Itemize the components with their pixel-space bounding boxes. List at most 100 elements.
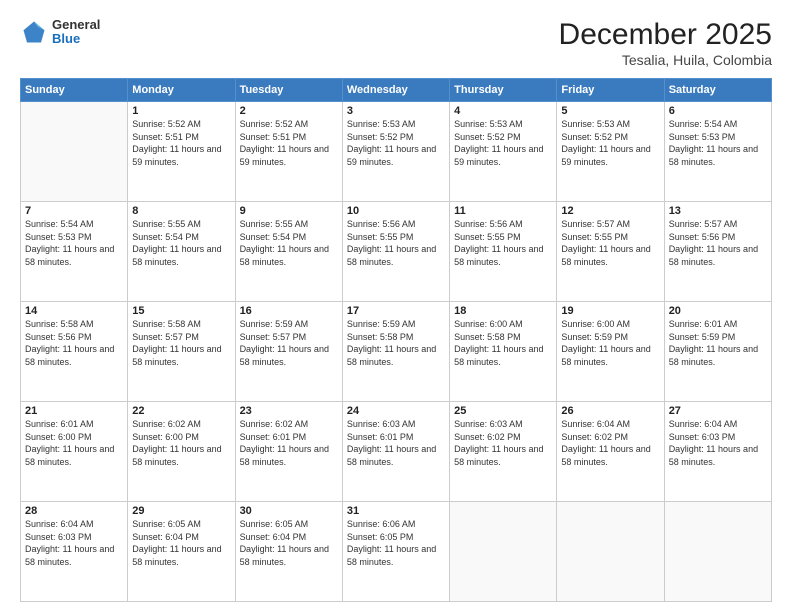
day-number: 18 bbox=[454, 305, 552, 317]
sunset-text: Sunset: 6:03 PM bbox=[25, 532, 92, 542]
day-number: 5 bbox=[561, 105, 659, 117]
daylight-text: Daylight: 11 hours and 58 minutes. bbox=[561, 244, 650, 267]
calendar-cell: 13 Sunrise: 5:57 AM Sunset: 5:56 PM Dayl… bbox=[664, 202, 771, 302]
day-number: 14 bbox=[25, 305, 123, 317]
day-info: Sunrise: 5:55 AM Sunset: 5:54 PM Dayligh… bbox=[240, 218, 338, 268]
daylight-text: Daylight: 11 hours and 58 minutes. bbox=[240, 344, 329, 367]
calendar-cell: 31 Sunrise: 6:06 AM Sunset: 6:05 PM Dayl… bbox=[342, 502, 449, 602]
sunrise-text: Sunrise: 6:06 AM bbox=[347, 519, 416, 529]
sunrise-text: Sunrise: 5:56 AM bbox=[347, 219, 416, 229]
day-info: Sunrise: 5:54 AM Sunset: 5:53 PM Dayligh… bbox=[25, 218, 123, 268]
day-info: Sunrise: 5:53 AM Sunset: 5:52 PM Dayligh… bbox=[347, 118, 445, 168]
calendar-week-1: 1 Sunrise: 5:52 AM Sunset: 5:51 PM Dayli… bbox=[21, 102, 772, 202]
calendar-cell: 26 Sunrise: 6:04 AM Sunset: 6:02 PM Dayl… bbox=[557, 402, 664, 502]
calendar-cell: 3 Sunrise: 5:53 AM Sunset: 5:52 PM Dayli… bbox=[342, 102, 449, 202]
day-info: Sunrise: 6:00 AM Sunset: 5:59 PM Dayligh… bbox=[561, 318, 659, 368]
calendar-cell: 10 Sunrise: 5:56 AM Sunset: 5:55 PM Dayl… bbox=[342, 202, 449, 302]
sunset-text: Sunset: 6:05 PM bbox=[347, 532, 414, 542]
calendar-body: 1 Sunrise: 5:52 AM Sunset: 5:51 PM Dayli… bbox=[21, 102, 772, 602]
daylight-text: Daylight: 11 hours and 58 minutes. bbox=[240, 244, 329, 267]
sunrise-text: Sunrise: 6:00 AM bbox=[561, 319, 630, 329]
day-info: Sunrise: 5:59 AM Sunset: 5:57 PM Dayligh… bbox=[240, 318, 338, 368]
day-number: 11 bbox=[454, 205, 552, 217]
calendar-cell: 5 Sunrise: 5:53 AM Sunset: 5:52 PM Dayli… bbox=[557, 102, 664, 202]
calendar-cell: 17 Sunrise: 5:59 AM Sunset: 5:58 PM Dayl… bbox=[342, 302, 449, 402]
calendar-cell: 27 Sunrise: 6:04 AM Sunset: 6:03 PM Dayl… bbox=[664, 402, 771, 502]
day-info: Sunrise: 5:56 AM Sunset: 5:55 PM Dayligh… bbox=[454, 218, 552, 268]
header-friday: Friday bbox=[557, 79, 664, 102]
daylight-text: Daylight: 11 hours and 58 minutes. bbox=[25, 344, 114, 367]
calendar-cell bbox=[450, 502, 557, 602]
day-number: 6 bbox=[669, 105, 767, 117]
daylight-text: Daylight: 11 hours and 58 minutes. bbox=[454, 444, 543, 467]
calendar-cell: 22 Sunrise: 6:02 AM Sunset: 6:00 PM Dayl… bbox=[128, 402, 235, 502]
header-monday: Monday bbox=[128, 79, 235, 102]
sunset-text: Sunset: 6:02 PM bbox=[561, 432, 628, 442]
calendar-cell: 1 Sunrise: 5:52 AM Sunset: 5:51 PM Dayli… bbox=[128, 102, 235, 202]
daylight-text: Daylight: 11 hours and 58 minutes. bbox=[132, 544, 221, 567]
day-info: Sunrise: 6:01 AM Sunset: 5:59 PM Dayligh… bbox=[669, 318, 767, 368]
sunset-text: Sunset: 5:57 PM bbox=[132, 332, 199, 342]
day-number: 10 bbox=[347, 205, 445, 217]
day-number: 19 bbox=[561, 305, 659, 317]
daylight-text: Daylight: 11 hours and 58 minutes. bbox=[561, 344, 650, 367]
day-number: 1 bbox=[132, 105, 230, 117]
day-info: Sunrise: 5:56 AM Sunset: 5:55 PM Dayligh… bbox=[347, 218, 445, 268]
calendar-cell: 28 Sunrise: 6:04 AM Sunset: 6:03 PM Dayl… bbox=[21, 502, 128, 602]
sunset-text: Sunset: 5:51 PM bbox=[240, 132, 307, 142]
calendar-cell: 12 Sunrise: 5:57 AM Sunset: 5:55 PM Dayl… bbox=[557, 202, 664, 302]
calendar-cell: 4 Sunrise: 5:53 AM Sunset: 5:52 PM Dayli… bbox=[450, 102, 557, 202]
sunset-text: Sunset: 5:59 PM bbox=[561, 332, 628, 342]
day-number: 9 bbox=[240, 205, 338, 217]
header-saturday: Saturday bbox=[664, 79, 771, 102]
daylight-text: Daylight: 11 hours and 59 minutes. bbox=[240, 144, 329, 167]
sunrise-text: Sunrise: 5:52 AM bbox=[240, 119, 309, 129]
sunset-text: Sunset: 5:52 PM bbox=[347, 132, 414, 142]
day-number: 7 bbox=[25, 205, 123, 217]
day-number: 4 bbox=[454, 105, 552, 117]
sunrise-text: Sunrise: 5:59 AM bbox=[347, 319, 416, 329]
calendar-cell: 24 Sunrise: 6:03 AM Sunset: 6:01 PM Dayl… bbox=[342, 402, 449, 502]
day-info: Sunrise: 5:58 AM Sunset: 5:57 PM Dayligh… bbox=[132, 318, 230, 368]
day-number: 27 bbox=[669, 405, 767, 417]
daylight-text: Daylight: 11 hours and 59 minutes. bbox=[132, 144, 221, 167]
daylight-text: Daylight: 11 hours and 58 minutes. bbox=[669, 144, 758, 167]
day-number: 2 bbox=[240, 105, 338, 117]
sunset-text: Sunset: 5:53 PM bbox=[25, 232, 92, 242]
day-number: 8 bbox=[132, 205, 230, 217]
calendar-cell: 19 Sunrise: 6:00 AM Sunset: 5:59 PM Dayl… bbox=[557, 302, 664, 402]
day-info: Sunrise: 6:04 AM Sunset: 6:02 PM Dayligh… bbox=[561, 418, 659, 468]
sunrise-text: Sunrise: 6:01 AM bbox=[25, 419, 94, 429]
sunrise-text: Sunrise: 5:52 AM bbox=[132, 119, 201, 129]
daylight-text: Daylight: 11 hours and 58 minutes. bbox=[25, 544, 114, 567]
calendar-cell: 20 Sunrise: 6:01 AM Sunset: 5:59 PM Dayl… bbox=[664, 302, 771, 402]
day-info: Sunrise: 5:55 AM Sunset: 5:54 PM Dayligh… bbox=[132, 218, 230, 268]
daylight-text: Daylight: 11 hours and 58 minutes. bbox=[669, 244, 758, 267]
day-info: Sunrise: 5:54 AM Sunset: 5:53 PM Dayligh… bbox=[669, 118, 767, 168]
day-info: Sunrise: 6:04 AM Sunset: 6:03 PM Dayligh… bbox=[25, 518, 123, 568]
daylight-text: Daylight: 11 hours and 58 minutes. bbox=[132, 444, 221, 467]
day-number: 13 bbox=[669, 205, 767, 217]
day-info: Sunrise: 6:05 AM Sunset: 6:04 PM Dayligh… bbox=[132, 518, 230, 568]
day-number: 3 bbox=[347, 105, 445, 117]
calendar-cell: 11 Sunrise: 5:56 AM Sunset: 5:55 PM Dayl… bbox=[450, 202, 557, 302]
calendar-week-2: 7 Sunrise: 5:54 AM Sunset: 5:53 PM Dayli… bbox=[21, 202, 772, 302]
logo-icon bbox=[20, 18, 48, 46]
daylight-text: Daylight: 11 hours and 58 minutes. bbox=[669, 344, 758, 367]
sunrise-text: Sunrise: 6:02 AM bbox=[240, 419, 309, 429]
day-info: Sunrise: 6:05 AM Sunset: 6:04 PM Dayligh… bbox=[240, 518, 338, 568]
calendar-cell: 9 Sunrise: 5:55 AM Sunset: 5:54 PM Dayli… bbox=[235, 202, 342, 302]
sunset-text: Sunset: 5:58 PM bbox=[454, 332, 521, 342]
sunset-text: Sunset: 5:54 PM bbox=[132, 232, 199, 242]
day-info: Sunrise: 5:52 AM Sunset: 5:51 PM Dayligh… bbox=[132, 118, 230, 168]
sunrise-text: Sunrise: 5:53 AM bbox=[347, 119, 416, 129]
sunset-text: Sunset: 5:56 PM bbox=[669, 232, 736, 242]
calendar-cell: 2 Sunrise: 5:52 AM Sunset: 5:51 PM Dayli… bbox=[235, 102, 342, 202]
calendar-cell: 15 Sunrise: 5:58 AM Sunset: 5:57 PM Dayl… bbox=[128, 302, 235, 402]
daylight-text: Daylight: 11 hours and 58 minutes. bbox=[240, 444, 329, 467]
calendar-week-5: 28 Sunrise: 6:04 AM Sunset: 6:03 PM Dayl… bbox=[21, 502, 772, 602]
sunrise-text: Sunrise: 5:58 AM bbox=[25, 319, 94, 329]
calendar-cell: 21 Sunrise: 6:01 AM Sunset: 6:00 PM Dayl… bbox=[21, 402, 128, 502]
sunset-text: Sunset: 5:52 PM bbox=[561, 132, 628, 142]
sunrise-text: Sunrise: 6:04 AM bbox=[25, 519, 94, 529]
